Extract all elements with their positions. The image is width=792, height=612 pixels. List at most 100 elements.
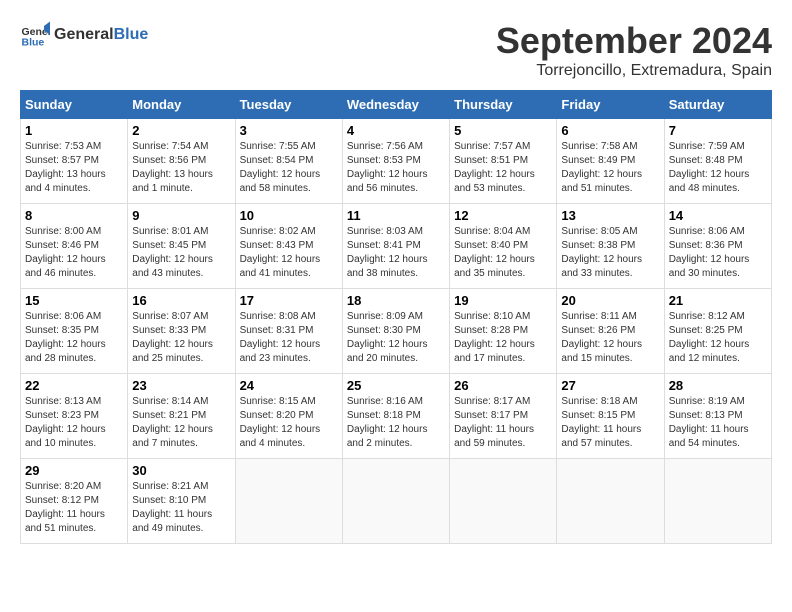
calendar-cell: 11 Sunrise: 8:03 AMSunset: 8:41 PMDayligh… (342, 204, 449, 289)
day-number: 24 (240, 378, 338, 393)
day-number: 14 (669, 208, 767, 223)
calendar-cell: 30 Sunrise: 8:21 AMSunset: 8:10 PMDayligh… (128, 459, 235, 544)
calendar-cell: 12 Sunrise: 8:04 AMSunset: 8:40 PMDayligh… (450, 204, 557, 289)
calendar-week-row: 29 Sunrise: 8:20 AMSunset: 8:12 PMDayligh… (21, 459, 772, 544)
svg-text:Blue: Blue (22, 37, 45, 49)
calendar-cell: 22 Sunrise: 8:13 AMSunset: 8:23 PMDayligh… (21, 374, 128, 459)
calendar-cell: 16 Sunrise: 8:07 AMSunset: 8:33 PMDayligh… (128, 289, 235, 374)
calendar-week-row: 22 Sunrise: 8:13 AMSunset: 8:23 PMDayligh… (21, 374, 772, 459)
day-number: 1 (25, 123, 123, 138)
day-number: 27 (561, 378, 659, 393)
day-info: Sunrise: 8:08 AMSunset: 8:31 PMDaylight:… (240, 310, 338, 366)
calendar-cell: 1Sunrise: 7:53 AMSunset: 8:57 PMDaylight… (21, 119, 128, 204)
calendar-cell: 19 Sunrise: 8:10 AMSunset: 8:28 PMDayligh… (450, 289, 557, 374)
day-number: 19 (454, 293, 552, 308)
day-info: Sunrise: 8:17 AMSunset: 8:17 PMDaylight:… (454, 395, 552, 451)
day-number: 10 (240, 208, 338, 223)
day-info: Sunrise: 8:10 AMSunset: 8:28 PMDaylight:… (454, 310, 552, 366)
weekday-header-thursday: Thursday (450, 91, 557, 119)
day-number: 17 (240, 293, 338, 308)
calendar-cell: 4 Sunrise: 7:56 AMSunset: 8:53 PMDaylight… (342, 119, 449, 204)
day-number: 21 (669, 293, 767, 308)
calendar-cell: 20 Sunrise: 8:11 AMSunset: 8:26 PMDayligh… (557, 289, 664, 374)
calendar-cell: 6 Sunrise: 7:58 AMSunset: 8:49 PMDaylight… (557, 119, 664, 204)
day-info: Sunrise: 8:09 AMSunset: 8:30 PMDaylight:… (347, 310, 445, 366)
month-title: September 2024 (496, 20, 772, 62)
weekday-header-tuesday: Tuesday (235, 91, 342, 119)
day-number: 7 (669, 123, 767, 138)
day-number: 16 (132, 293, 230, 308)
calendar-cell: 29 Sunrise: 8:20 AMSunset: 8:12 PMDayligh… (21, 459, 128, 544)
day-number: 4 (347, 123, 445, 138)
logo-icon: General Blue (20, 20, 50, 50)
calendar-cell: 7Sunrise: 7:59 AMSunset: 8:48 PMDaylight… (664, 119, 771, 204)
day-info: Sunrise: 8:06 AMSunset: 8:36 PMDaylight:… (669, 225, 767, 281)
day-info: Sunrise: 8:04 AMSunset: 8:40 PMDaylight:… (454, 225, 552, 281)
calendar-cell: 3Sunrise: 7:55 AMSunset: 8:54 PMDaylight… (235, 119, 342, 204)
calendar-cell: 8Sunrise: 8:00 AMSunset: 8:46 PMDaylight… (21, 204, 128, 289)
weekday-header-row: SundayMondayTuesdayWednesdayThursdayFrid… (21, 91, 772, 119)
day-number: 11 (347, 208, 445, 223)
day-info: Sunrise: 7:58 AMSunset: 8:49 PMDaylight:… (561, 140, 659, 196)
day-number: 6 (561, 123, 659, 138)
calendar-cell: 28 Sunrise: 8:19 AMSunset: 8:13 PMDayligh… (664, 374, 771, 459)
calendar-week-row: 8Sunrise: 8:00 AMSunset: 8:46 PMDaylight… (21, 204, 772, 289)
location-title: Torrejoncillo, Extremadura, Spain (496, 62, 772, 80)
day-info: Sunrise: 8:18 AMSunset: 8:15 PMDaylight:… (561, 395, 659, 451)
day-info: Sunrise: 8:14 AMSunset: 8:21 PMDaylight:… (132, 395, 230, 451)
day-number: 8 (25, 208, 123, 223)
calendar-cell: 14 Sunrise: 8:06 AMSunset: 8:36 PMDayligh… (664, 204, 771, 289)
day-number: 12 (454, 208, 552, 223)
day-info: Sunrise: 8:03 AMSunset: 8:41 PMDaylight:… (347, 225, 445, 281)
day-number: 13 (561, 208, 659, 223)
day-number: 26 (454, 378, 552, 393)
day-number: 2 (132, 123, 230, 138)
weekday-header-friday: Friday (557, 91, 664, 119)
day-number: 5 (454, 123, 552, 138)
calendar-cell (557, 459, 664, 544)
day-info: Sunrise: 8:16 AMSunset: 8:18 PMDaylight:… (347, 395, 445, 451)
title-area: September 2024 Torrejoncillo, Extremadur… (496, 20, 772, 80)
day-number: 29 (25, 463, 123, 478)
calendar-cell: 15Sunrise: 8:06 AMSunset: 8:35 PMDayligh… (21, 289, 128, 374)
day-info: Sunrise: 8:12 AMSunset: 8:25 PMDaylight:… (669, 310, 767, 366)
day-number: 22 (25, 378, 123, 393)
calendar-cell (235, 459, 342, 544)
day-info: Sunrise: 8:07 AMSunset: 8:33 PMDaylight:… (132, 310, 230, 366)
calendar-cell: 27 Sunrise: 8:18 AMSunset: 8:15 PMDayligh… (557, 374, 664, 459)
calendar-cell (664, 459, 771, 544)
day-number: 28 (669, 378, 767, 393)
calendar-table: SundayMondayTuesdayWednesdayThursdayFrid… (20, 90, 772, 544)
calendar-week-row: 1Sunrise: 7:53 AMSunset: 8:57 PMDaylight… (21, 119, 772, 204)
day-number: 20 (561, 293, 659, 308)
calendar-cell (450, 459, 557, 544)
day-info: Sunrise: 8:06 AMSunset: 8:35 PMDaylight:… (25, 310, 123, 366)
day-info: Sunrise: 8:21 AMSunset: 8:10 PMDaylight:… (132, 480, 230, 536)
day-info: Sunrise: 8:19 AMSunset: 8:13 PMDaylight:… (669, 395, 767, 451)
calendar-week-row: 15Sunrise: 8:06 AMSunset: 8:35 PMDayligh… (21, 289, 772, 374)
calendar-cell: 23 Sunrise: 8:14 AMSunset: 8:21 PMDayligh… (128, 374, 235, 459)
calendar-cell: 2Sunrise: 7:54 AMSunset: 8:56 PMDaylight… (128, 119, 235, 204)
calendar-cell: 21 Sunrise: 8:12 AMSunset: 8:25 PMDayligh… (664, 289, 771, 374)
day-number: 23 (132, 378, 230, 393)
day-info: Sunrise: 8:11 AMSunset: 8:26 PMDaylight:… (561, 310, 659, 366)
day-number: 30 (132, 463, 230, 478)
day-info: Sunrise: 7:56 AMSunset: 8:53 PMDaylight:… (347, 140, 445, 196)
day-info: Sunrise: 7:55 AMSunset: 8:54 PMDaylight:… (240, 140, 338, 196)
day-number: 9 (132, 208, 230, 223)
calendar-cell: 10 Sunrise: 8:02 AMSunset: 8:43 PMDayligh… (235, 204, 342, 289)
calendar-cell: 13 Sunrise: 8:05 AMSunset: 8:38 PMDayligh… (557, 204, 664, 289)
day-info: Sunrise: 8:20 AMSunset: 8:12 PMDaylight:… (25, 480, 123, 536)
day-info: Sunrise: 8:02 AMSunset: 8:43 PMDaylight:… (240, 225, 338, 281)
day-info: Sunrise: 8:01 AMSunset: 8:45 PMDaylight:… (132, 225, 230, 281)
calendar-cell (342, 459, 449, 544)
day-number: 25 (347, 378, 445, 393)
calendar-cell: 9 Sunrise: 8:01 AMSunset: 8:45 PMDaylight… (128, 204, 235, 289)
weekday-header-wednesday: Wednesday (342, 91, 449, 119)
day-info: Sunrise: 8:05 AMSunset: 8:38 PMDaylight:… (561, 225, 659, 281)
page-header: General Blue GeneralBlue September 2024 … (20, 20, 772, 80)
weekday-header-saturday: Saturday (664, 91, 771, 119)
day-info: Sunrise: 8:13 AMSunset: 8:23 PMDaylight:… (25, 395, 123, 451)
day-number: 18 (347, 293, 445, 308)
day-info: Sunrise: 7:57 AMSunset: 8:51 PMDaylight:… (454, 140, 552, 196)
